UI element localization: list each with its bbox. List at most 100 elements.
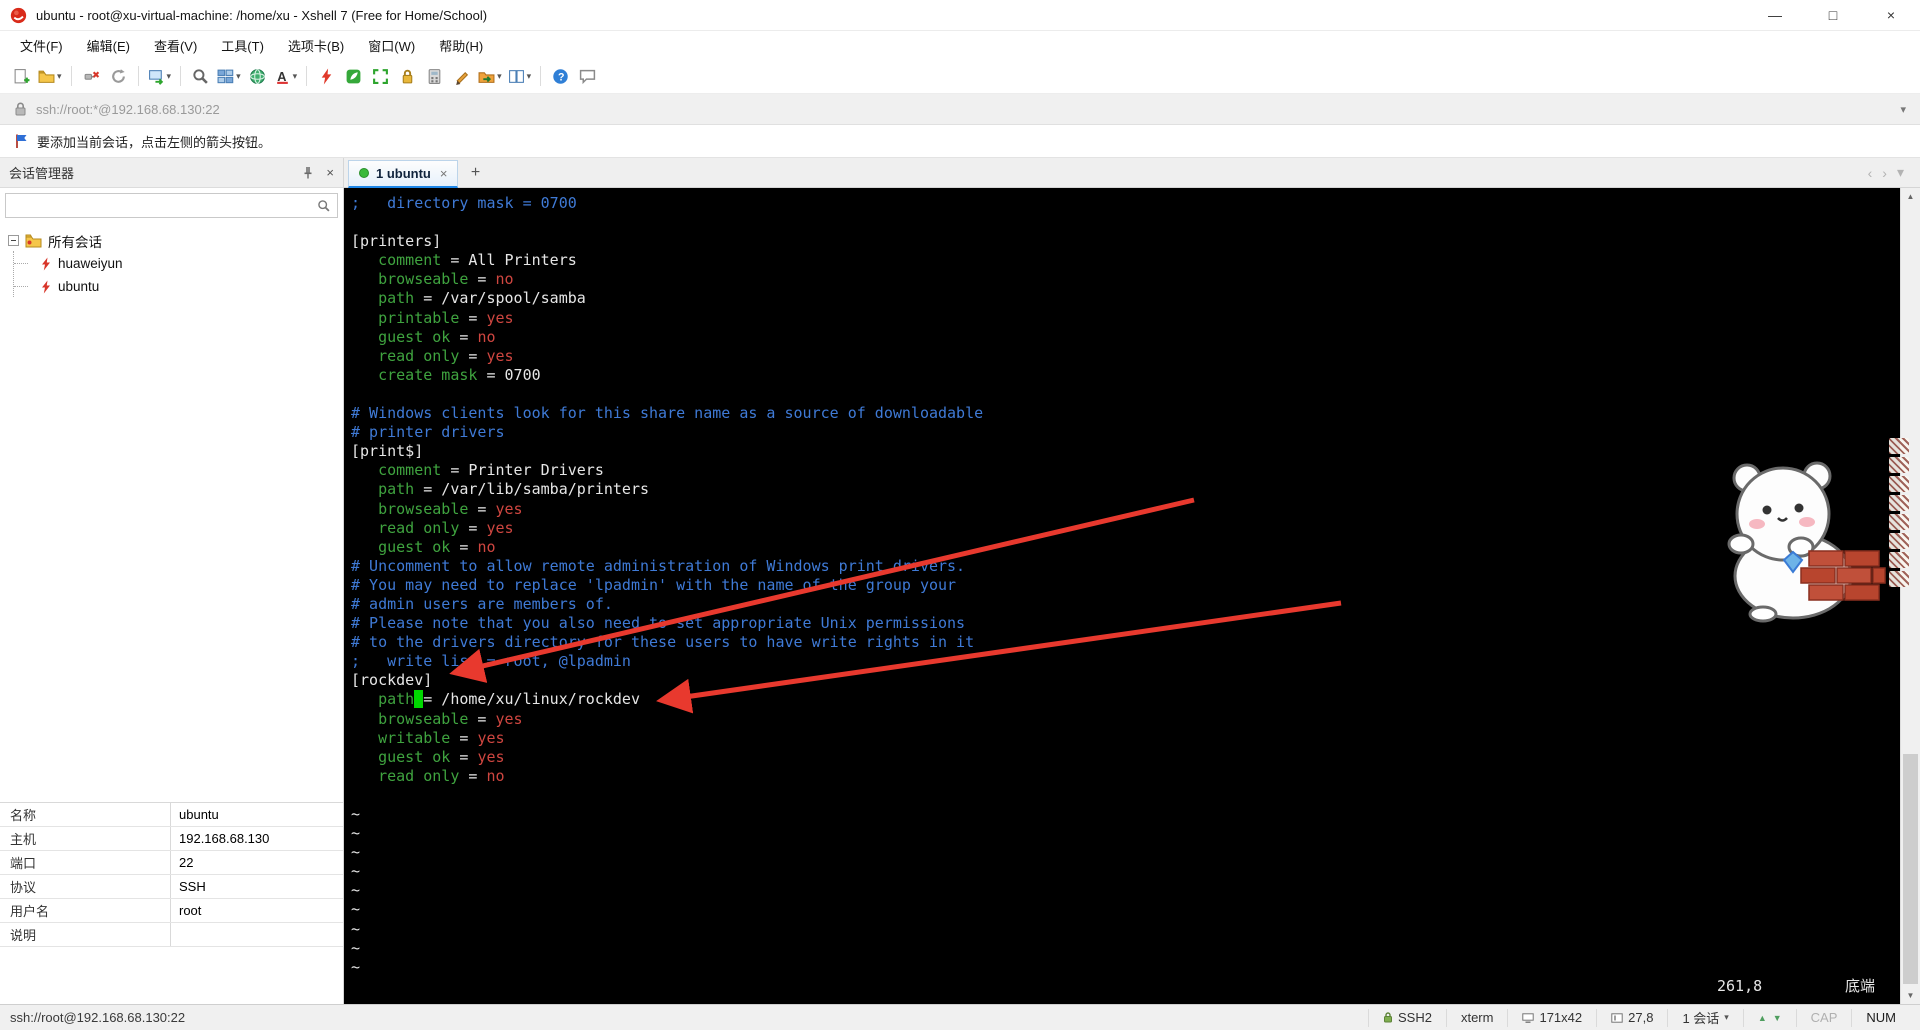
property-value: SSH <box>171 875 206 898</box>
help-button[interactable]: ? <box>547 63 574 90</box>
address-dropdown-icon[interactable]: ▾ <box>1900 103 1906 116</box>
menu-tools[interactable]: 工具(T) <box>209 31 276 59</box>
terminal-line: read only = yes <box>351 519 1900 538</box>
xftp-button[interactable] <box>340 63 367 90</box>
window-title: ubuntu - root@xu-virtual-machine: /home/… <box>36 8 487 23</box>
table-row: 协议 SSH <box>0 875 343 899</box>
status-encryption[interactable]: SSH2 <box>1368 1009 1446 1027</box>
scroll-down-icon[interactable]: ▼ <box>1773 1013 1782 1023</box>
titlebar[interactable]: ubuntu - root@xu-virtual-machine: /home/… <box>0 0 1920 31</box>
scroll-up-icon[interactable]: ▲ <box>1758 1013 1767 1023</box>
svg-text:?: ? <box>558 71 564 83</box>
close-button[interactable]: × <box>1862 0 1920 30</box>
menu-edit[interactable]: 编辑(E) <box>75 31 142 59</box>
new-tab-button[interactable]: + <box>463 162 487 184</box>
tree-collapse-toggle[interactable] <box>8 235 19 246</box>
tree-root-all-sessions[interactable]: 所有会话 <box>0 229 343 252</box>
session-url-field[interactable]: ssh://root:*@192.168.68.130:22 <box>36 102 1900 117</box>
menu-file[interactable]: 文件(F) <box>8 31 75 59</box>
status-caps-lock[interactable]: CAP <box>1796 1009 1852 1027</box>
terminal-line: ~ <box>351 958 1900 977</box>
compose-button[interactable] <box>448 63 475 90</box>
layout-button[interactable]: ▾ <box>214 63 244 90</box>
session-search-box[interactable] <box>5 193 338 218</box>
status-cursor-position[interactable]: 27,8 <box>1596 1009 1667 1027</box>
keypad-icon <box>426 68 443 85</box>
scrollbar-thumb[interactable] <box>1903 754 1918 984</box>
menu-window[interactable]: 窗口(W) <box>356 31 427 59</box>
property-label: 名称 <box>0 803 171 826</box>
dropdown-arrow-icon[interactable]: ▾ <box>293 71 298 82</box>
menu-help[interactable]: 帮助(H) <box>427 31 495 59</box>
connected-status-icon <box>359 168 369 178</box>
terminal-scrollbar[interactable]: ▲ ▼ <box>1900 188 1920 1004</box>
scroll-down-arrow-icon[interactable]: ▼ <box>1901 987 1920 1004</box>
open-session-button[interactable]: ▾ <box>35 63 65 90</box>
dropdown-arrow-icon[interactable]: ▾ <box>167 71 172 82</box>
status-screen-size[interactable]: 171x42 <box>1507 1009 1596 1027</box>
panel-close-icon[interactable]: × <box>326 165 334 180</box>
status-scroll-buttons[interactable]: ▲ ▼ <box>1743 1009 1796 1027</box>
tree-root-label: 所有会话 <box>48 231 102 251</box>
toolbar-separator <box>71 66 72 86</box>
file-transfer-button[interactable]: ▾ <box>475 63 505 90</box>
terminal-output: ; directory mask = 0700[printers] commen… <box>351 194 1900 977</box>
dropdown-arrow-icon[interactable]: ▾ <box>57 71 62 82</box>
lock-screen-button[interactable] <box>394 63 421 90</box>
tab-bar: 1 ubuntu × + ‹ › ▾ <box>344 158 1920 188</box>
tab-list-dropdown-icon[interactable]: ▾ <box>1897 164 1904 181</box>
session-tree: 所有会话 huaweiyun ubuntu <box>0 223 343 298</box>
fullscreen-button[interactable] <box>367 63 394 90</box>
table-row: 端口 22 <box>0 851 343 875</box>
ssh-lock-icon <box>1383 1012 1393 1023</box>
pin-icon[interactable] <box>302 166 314 179</box>
find-icon <box>192 68 209 85</box>
session-search-input[interactable] <box>12 198 317 213</box>
search-icon[interactable] <box>317 199 331 213</box>
terminal[interactable]: ; directory mask = 0700[printers] commen… <box>344 188 1900 1004</box>
session-item-ubuntu[interactable]: ubuntu <box>0 275 343 298</box>
keypad-button[interactable] <box>421 63 448 90</box>
web-browser-button[interactable] <box>244 63 271 90</box>
feedback-button[interactable] <box>574 63 601 90</box>
minimize-button[interactable]: — <box>1746 0 1804 30</box>
compose-icon <box>453 68 470 85</box>
session-properties-table: 名称 ubuntu 主机 192.168.68.130 端口 22 协议 SSH… <box>0 802 343 947</box>
terminal-line: # printer drivers <box>351 423 1900 442</box>
tab-close-icon[interactable]: × <box>440 166 448 181</box>
tile-windows-button[interactable]: ▾ <box>505 63 535 90</box>
status-session-count[interactable]: 1 会话 ▾ <box>1667 1009 1742 1027</box>
session-bolt-icon <box>40 257 52 271</box>
property-label: 主机 <box>0 827 171 850</box>
dropdown-arrow-icon[interactable]: ▾ <box>497 71 502 82</box>
toolbar-separator <box>138 66 139 86</box>
duplicate-session-button[interactable]: ▾ <box>145 63 175 90</box>
tab-ubuntu[interactable]: 1 ubuntu × <box>348 160 458 188</box>
tab-scroll-right-icon[interactable]: › <box>1882 165 1887 181</box>
font-button[interactable]: A ▾ <box>271 63 301 90</box>
reconnect-button[interactable] <box>105 63 132 90</box>
session-item-label: ubuntu <box>58 279 99 294</box>
terminal-line: ~ <box>351 862 1900 881</box>
scroll-up-arrow-icon[interactable]: ▲ <box>1901 188 1920 205</box>
dropdown-arrow-icon[interactable]: ▾ <box>527 71 532 82</box>
terminal-line: # admin users are members of. <box>351 595 1900 614</box>
tab-scroll-left-icon[interactable]: ‹ <box>1868 165 1873 181</box>
maximize-button[interactable]: □ <box>1804 0 1862 30</box>
dropdown-arrow-icon[interactable]: ▾ <box>1724 1012 1729 1023</box>
new-session-button[interactable] <box>8 63 35 90</box>
session-item-huaweiyun[interactable]: huaweiyun <box>0 252 343 275</box>
tab-nav-controls: ‹ › ▾ <box>1868 164 1920 181</box>
address-bar[interactable]: ssh://root:*@192.168.68.130:22 ▾ <box>0 94 1920 125</box>
sessions-folder-icon <box>25 233 42 248</box>
dropdown-arrow-icon[interactable]: ▾ <box>236 71 241 82</box>
status-num-lock[interactable]: NUM <box>1851 1009 1910 1027</box>
menu-tab[interactable]: 选项卡(B) <box>276 31 356 59</box>
toolbar-separator <box>540 66 541 86</box>
find-button[interactable] <box>187 63 214 90</box>
terminal-line: guest ok = yes <box>351 748 1900 767</box>
status-terminal-type[interactable]: xterm <box>1446 1009 1508 1027</box>
menu-view[interactable]: 查看(V) <box>142 31 209 59</box>
disconnect-button[interactable] <box>78 63 105 90</box>
xagent-button[interactable] <box>313 63 340 90</box>
